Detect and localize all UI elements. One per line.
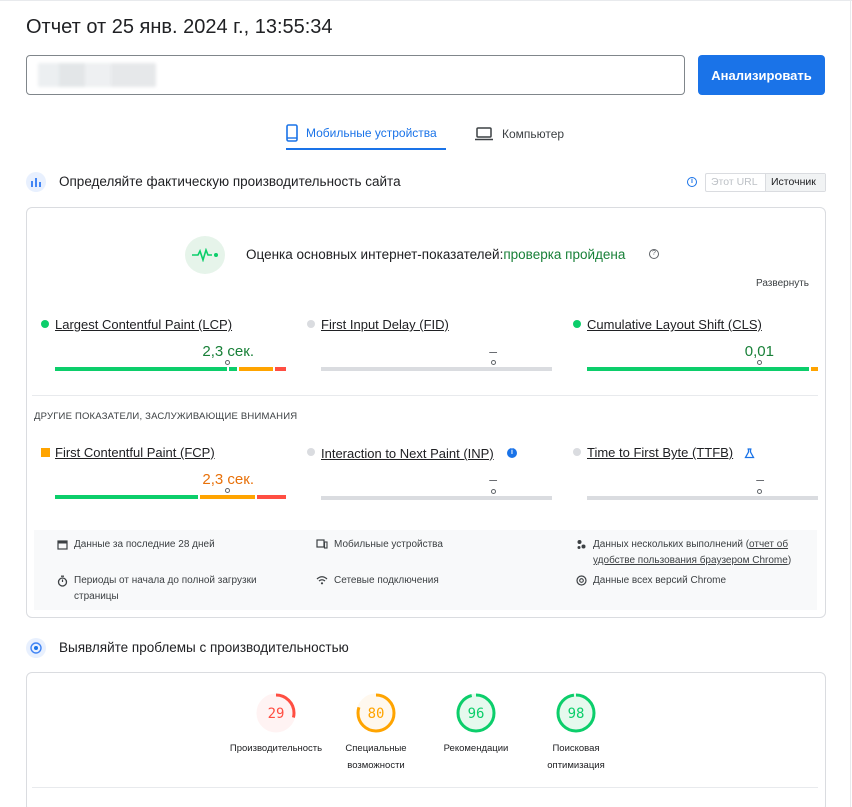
metric-lcp-link[interactable]: Largest Contentful Paint (LCP) <box>55 317 232 332</box>
status-dot-none <box>573 448 581 456</box>
lab-section-title: Выявляйте проблемы с производительностью <box>59 640 349 655</box>
metric-cls-bar <box>587 367 818 371</box>
cwv-label: Оценка основных интернет-показателей: <box>246 247 504 262</box>
url-origin-toggle[interactable]: Этот URL Источник <box>705 173 826 192</box>
metric-fcp-bar <box>55 495 286 499</box>
info-samples: Данных нескольких выполнений (отчет об у… <box>576 537 806 569</box>
field-section-title: Определяйте фактическую производительнос… <box>59 174 401 189</box>
score-label-accessibility: Специальные возможности <box>345 743 407 771</box>
score-value: 98 <box>568 706 585 722</box>
score-label-best-practices: Рекомендации <box>443 743 509 754</box>
metric-inp-link[interactable]: Interaction to Next Paint (INP) <box>321 446 494 461</box>
score-label-seo: Поисковая оптимизация <box>547 743 605 771</box>
info-duration-text: Периоды от начала до полной загрузки стр… <box>74 575 257 602</box>
status-dot-good <box>41 320 49 328</box>
info-icon[interactable]: i <box>687 177 697 187</box>
info-icon[interactable]: i <box>507 448 517 458</box>
smartphone-icon <box>286 124 298 142</box>
metric-inp-value: – <box>489 471 497 487</box>
metric-inp-marker <box>491 489 496 494</box>
tab-mobile[interactable]: Мобильные устройства <box>286 118 446 150</box>
chrome-icon <box>576 575 587 586</box>
cwv-status: проверка пройдена <box>503 247 626 262</box>
url-input[interactable] <box>26 55 685 95</box>
section-divider <box>32 395 818 396</box>
analyze-button[interactable]: Анализировать <box>698 55 825 95</box>
metric-lcp-bar <box>55 367 286 371</box>
help-icon[interactable]: ? <box>649 249 659 259</box>
score-gauge-performance[interactable]: 29 <box>255 692 297 734</box>
status-dot-none <box>307 448 315 456</box>
metric-lcp-marker <box>225 360 230 365</box>
laptop-icon <box>475 127 493 141</box>
status-dot-good <box>573 320 581 328</box>
score-label-performance: Производительность <box>229 743 323 754</box>
pulse-icon <box>185 236 225 274</box>
score-value: 96 <box>468 706 485 722</box>
url-redacted <box>38 63 156 87</box>
other-metrics-label: ДРУГИЕ ПОКАЗАТЕЛИ, ЗАСЛУЖИВАЮЩИЕ ВНИМАНИ… <box>34 411 298 422</box>
score-value: 80 <box>368 706 385 722</box>
info-device: Мобильные устройства <box>316 537 546 553</box>
field-data-icon <box>26 172 46 192</box>
stopwatch-icon <box>57 575 68 587</box>
metric-fid-marker <box>491 360 496 365</box>
status-dot-none <box>307 320 315 328</box>
info-versions: Данные всех версий Chrome <box>576 573 806 589</box>
metric-ttfb-value: – <box>756 471 764 487</box>
calendar-icon <box>57 540 68 550</box>
score-gauge-accessibility[interactable]: 80 <box>355 692 397 734</box>
top-border <box>0 0 852 3</box>
expand-link[interactable]: Развернуть <box>756 278 809 289</box>
metric-fid-link[interactable]: First Input Delay (FID) <box>321 317 449 332</box>
cwv-assessment: Оценка основных интернет-показателей:про… <box>246 247 625 262</box>
info-period-text: Данные за последние 28 дней <box>74 539 215 550</box>
info-duration: Периоды от начала до полной загрузки стр… <box>57 573 287 605</box>
metric-cls-marker <box>757 360 762 365</box>
samples-suffix: ) <box>787 555 792 566</box>
metric-ttfb-marker <box>757 489 762 494</box>
report-title: Отчет от 25 янв. 2024 г., 13:55:34 <box>26 16 333 38</box>
score-gauge-best-practices[interactable]: 96 <box>455 692 497 734</box>
toggle-origin[interactable]: Источник <box>766 174 825 191</box>
info-period: Данные за последние 28 дней <box>57 537 287 553</box>
metric-fcp-value: 2,3 сек. <box>202 471 254 488</box>
right-border <box>850 0 851 807</box>
score-gauge-seo[interactable]: 98 <box>555 692 597 734</box>
toggle-this-url[interactable]: Этот URL <box>706 174 766 191</box>
devices-icon <box>316 539 328 549</box>
metric-fcp-link[interactable]: First Contentful Paint (FCP) <box>55 445 215 460</box>
tab-desktop[interactable]: Компьютер <box>474 118 584 150</box>
info-network-text: Сетевые подключения <box>334 575 439 586</box>
flask-icon <box>744 446 755 464</box>
metric-fid-value: – <box>489 343 497 359</box>
section-divider <box>32 787 818 788</box>
metric-cls-link[interactable]: Cumulative Layout Shift (CLS) <box>587 317 762 332</box>
tab-desktop-label: Компьютер <box>502 127 565 141</box>
metric-ttfb-bar <box>587 496 818 500</box>
tab-mobile-label: Мобильные устройства <box>306 126 437 140</box>
info-network: Сетевые подключения <box>316 573 546 589</box>
info-versions-text: Данные всех версий Chrome <box>593 575 727 586</box>
metric-lcp-value: 2,3 сек. <box>202 343 254 360</box>
metric-cls-value: 0,01 <box>744 343 774 360</box>
metric-fid-bar <box>321 367 552 371</box>
score-value: 29 <box>268 706 285 722</box>
metric-ttfb-link[interactable]: Time to First Byte (TTFB) <box>587 445 733 460</box>
wifi-icon <box>316 576 328 585</box>
info-samples-text: Данных нескольких выполнений (отчет об у… <box>593 537 806 569</box>
users-icon <box>577 540 586 549</box>
samples-prefix: Данных нескольких выполнений ( <box>593 539 750 550</box>
diagnose-icon <box>26 638 46 658</box>
metric-fcp-marker <box>225 488 230 493</box>
info-device-text: Мобильные устройства <box>334 539 443 550</box>
metric-inp-bar <box>321 496 552 500</box>
status-square-average <box>41 448 50 457</box>
